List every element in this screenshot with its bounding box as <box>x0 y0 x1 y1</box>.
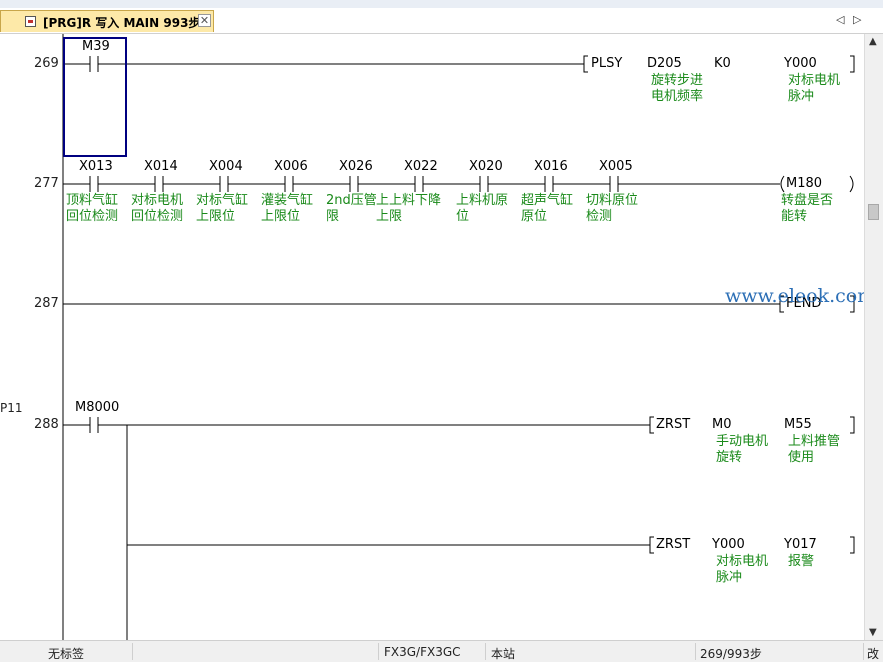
pointer-label: P11 <box>0 401 23 415</box>
instruction-arg[interactable]: M0 <box>712 417 732 432</box>
step-number: 287 <box>34 296 59 311</box>
device-comment: 对标电机 脉冲 <box>788 73 841 104</box>
device-comment: 手动电机 旋转 <box>716 434 769 465</box>
device-comment: 上上料下降 上限 <box>376 193 442 224</box>
contact-label[interactable]: X020 <box>469 159 503 174</box>
device-comment: 旋转步进 电机频率 <box>651 73 704 104</box>
watermark: www.eleok.com <box>725 285 876 307</box>
status-steps: 269/993步 <box>700 647 762 661</box>
device-comment: 对标气缸 上限位 <box>196 193 249 224</box>
device-comment: 超声气缸 原位 <box>521 193 574 224</box>
device-comment: 上料机原 位 <box>456 193 509 224</box>
instruction-arg[interactable]: K0 <box>714 56 731 71</box>
status-station: 本站 <box>491 647 516 661</box>
cursor-box <box>63 37 127 157</box>
tab-next-icon[interactable]: ▷ <box>853 13 861 26</box>
tab-label: [PRG]R 写入 MAIN 993步 <box>43 16 201 30</box>
contact-label[interactable]: X006 <box>274 159 308 174</box>
device-comment: 灌装气缸 上限位 <box>261 193 314 224</box>
instruction-op[interactable]: ZRST <box>656 417 690 432</box>
status-bar: 无标签 FX3G/FX3GC 本站 269/993步 改 <box>0 640 883 662</box>
coil-label[interactable]: M180 <box>786 176 822 191</box>
status-plc: FX3G/FX3GC <box>384 645 461 659</box>
status-label: 无标签 <box>48 647 85 661</box>
instruction-op[interactable]: ZRST <box>656 537 690 552</box>
contact-label[interactable]: X014 <box>144 159 178 174</box>
device-comment: 报警 <box>788 554 815 569</box>
tab-main-program[interactable]: [PRG]R 写入 MAIN 993步 ✕ <box>0 10 214 32</box>
step-number: 288 <box>34 417 59 432</box>
instruction-arg[interactable]: Y017 <box>784 537 817 552</box>
tab-strip: [PRG]R 写入 MAIN 993步 ✕ ◁ ▷ <box>0 8 883 34</box>
status-divider <box>695 643 696 660</box>
instruction-op[interactable]: PLSY <box>591 56 622 71</box>
ladder-editor[interactable]: 269 277 287 288 P11 M39 PLSY D205 K0 Y00… <box>0 34 864 640</box>
device-comment: 转盘是否 能转 <box>781 193 834 224</box>
close-icon[interactable]: ✕ <box>198 14 211 27</box>
device-comment: 上料推管 使用 <box>788 434 841 465</box>
contact-label[interactable]: M39 <box>82 39 110 54</box>
status-divider <box>378 643 379 660</box>
contact-label[interactable]: X016 <box>534 159 568 174</box>
device-comment: 顶料气缸 回位检测 <box>66 193 119 224</box>
contact-label[interactable]: X013 <box>79 159 113 174</box>
status-mode: 改 <box>867 647 880 661</box>
contact-label[interactable]: X022 <box>404 159 438 174</box>
scroll-down-icon[interactable]: ▼ <box>869 627 877 638</box>
contact-label[interactable]: M8000 <box>75 400 119 415</box>
tab-prev-icon[interactable]: ◁ <box>836 13 844 26</box>
status-divider <box>863 643 864 660</box>
instruction-arg[interactable]: Y000 <box>784 56 817 71</box>
step-number: 277 <box>34 176 59 191</box>
scroll-up-icon[interactable]: ▲ <box>869 36 877 47</box>
contact-label[interactable]: X026 <box>339 159 373 174</box>
step-number: 269 <box>34 56 59 71</box>
device-comment: 切料原位 检测 <box>586 193 639 224</box>
status-divider <box>132 643 133 660</box>
status-divider <box>485 643 486 660</box>
instruction-arg[interactable]: Y000 <box>712 537 745 552</box>
vertical-scrollbar[interactable]: ▲ ▼ <box>864 34 883 640</box>
device-comment: 2nd压管 限 <box>326 193 377 224</box>
contact-label[interactable]: X005 <box>599 159 633 174</box>
instruction-arg[interactable]: D205 <box>647 56 682 71</box>
instruction-arg[interactable]: M55 <box>784 417 812 432</box>
contact-label[interactable]: X004 <box>209 159 243 174</box>
device-comment: 对标电机 回位检测 <box>131 193 184 224</box>
scroll-thumb[interactable] <box>868 204 879 220</box>
device-comment: 对标电机 脉冲 <box>716 554 769 585</box>
program-icon <box>25 16 36 27</box>
